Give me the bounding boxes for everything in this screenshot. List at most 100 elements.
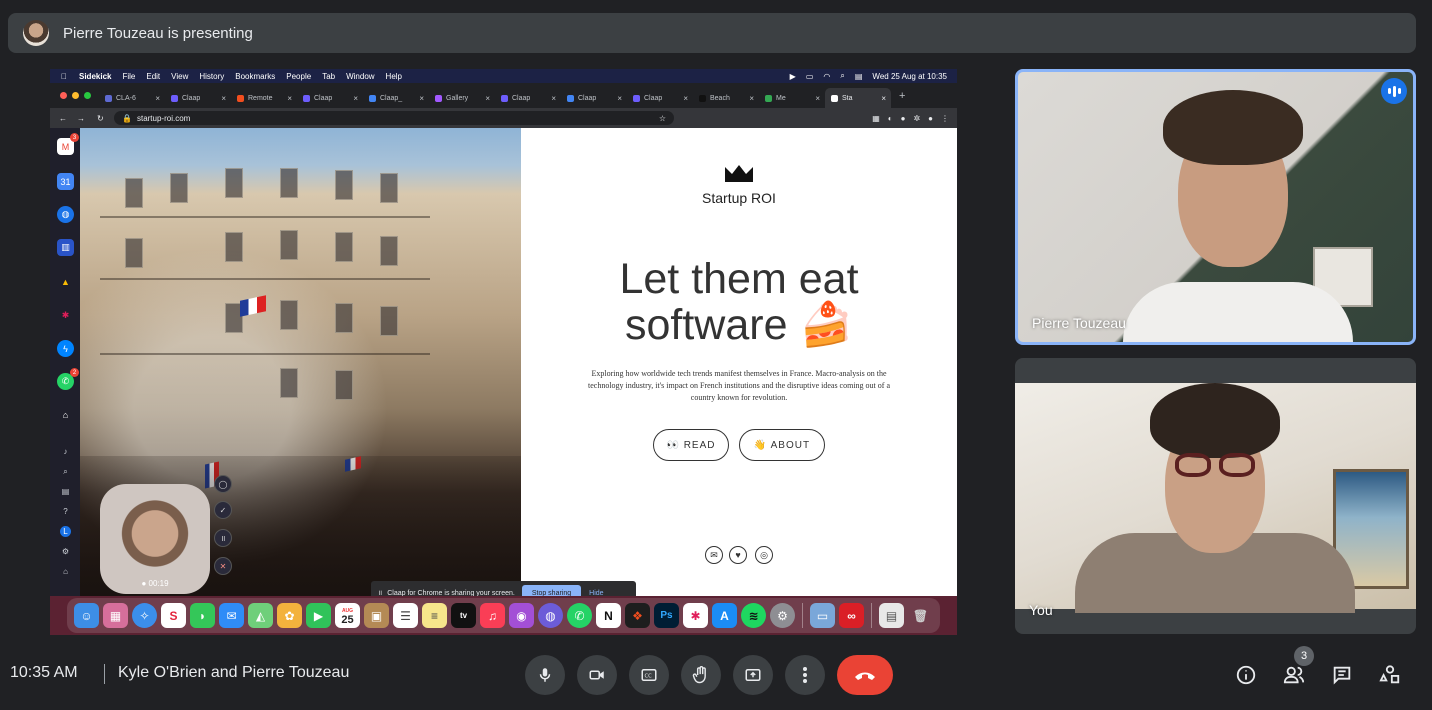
menubar-app-name[interactable]: Sidekick (79, 72, 111, 81)
browser-tab[interactable]: Remote × (231, 88, 297, 108)
intercom-icon[interactable]: ▥ (57, 239, 74, 256)
help-icon[interactable]: ? (60, 506, 71, 517)
close-window-icon[interactable] (60, 92, 67, 99)
tab-close-icon[interactable]: × (551, 94, 556, 103)
tab-close-icon[interactable]: × (749, 94, 754, 103)
participant-tile-pierre[interactable]: Pierre Touzeau (1015, 69, 1416, 345)
bell-icon[interactable]: ♪ (60, 446, 71, 457)
calendar-icon[interactable]: 31 (57, 173, 74, 190)
slack-icon[interactable]: ✱ (683, 603, 708, 628)
browser-tab[interactable]: Claap × (561, 88, 627, 108)
apple-icon[interactable]:  (61, 72, 67, 81)
menu-tab[interactable]: Tab (322, 72, 335, 81)
spotify-icon[interactable]: ≋ (741, 603, 766, 628)
sessions-icon[interactable]: ▤ (60, 486, 71, 497)
menu-file[interactable]: File (122, 72, 135, 81)
figma-icon[interactable]: ❖ (625, 603, 650, 628)
more-icon[interactable]: ⋮ (941, 114, 949, 123)
meeting-details-button[interactable] (1232, 661, 1260, 689)
about-button[interactable]: 👋 ABOUT (739, 429, 825, 461)
browser-tab[interactable]: Sta × (825, 88, 891, 108)
safari-icon[interactable]: ✧ (132, 603, 157, 628)
tab-close-icon[interactable]: × (683, 94, 688, 103)
zoom-window-icon[interactable] (84, 92, 91, 99)
podcasts-icon[interactable]: ◉ (509, 603, 534, 628)
maps-icon[interactable]: ◭ (248, 603, 273, 628)
documents-icon[interactable]: ▤ (879, 603, 904, 628)
finder-icon[interactable]: ☺ (74, 603, 99, 628)
menu-history[interactable]: History (199, 72, 224, 81)
store-icon[interactable]: ⌂ (57, 406, 74, 423)
pause-icon[interactable]: ॥ (214, 529, 232, 547)
browser-tab[interactable]: Claap × (495, 88, 561, 108)
cancel-icon[interactable]: ✕ (214, 557, 232, 575)
search-icon[interactable]: ⌕ (60, 466, 71, 477)
sidekick-icon[interactable]: S (161, 603, 186, 628)
battery-icon[interactable]: ▭ (806, 72, 814, 81)
claap-camera-bubble[interactable]: ● 00:19 (100, 484, 210, 594)
crown-icon[interactable] (724, 163, 754, 183)
calendar-icon[interactable]: AUG 25 (335, 603, 360, 628)
system-preferences-icon[interactable]: ⚙ (770, 603, 795, 628)
control-center-icon[interactable]: ▤ (855, 72, 863, 81)
more-options-button[interactable] (785, 655, 825, 695)
browser-tab[interactable]: Gallery × (429, 88, 495, 108)
messages-icon[interactable]: ◗ (190, 603, 215, 628)
participant-tile-you[interactable]: You (1015, 358, 1416, 634)
back-icon[interactable]: ← (59, 114, 67, 123)
instagram-icon[interactable]: ◎ (755, 546, 773, 564)
microphone-button[interactable] (525, 655, 565, 695)
wifi-icon[interactable]: ◠ (823, 72, 830, 81)
tab-close-icon[interactable]: × (485, 94, 490, 103)
notes-icon[interactable]: ≡ (422, 603, 447, 628)
menu-people[interactable]: People (286, 72, 311, 81)
notion-icon[interactable]: N (596, 603, 621, 628)
contacts-icon[interactable]: ▣ (364, 603, 389, 628)
forward-icon[interactable]: → (77, 114, 85, 123)
url-field[interactable]: 🔒 startup-roi.com ☆ (114, 111, 674, 125)
menu-edit[interactable]: Edit (146, 72, 160, 81)
home-icon[interactable]: ⌂ (60, 566, 71, 577)
menu-view[interactable]: View (171, 72, 188, 81)
chat-button[interactable] (1328, 661, 1356, 689)
tab-close-icon[interactable]: × (221, 94, 226, 103)
browser-tab[interactable]: Claap × (297, 88, 363, 108)
reload-icon[interactable]: ↻ (97, 114, 104, 123)
facetime-icon[interactable]: ▶ (306, 603, 331, 628)
email-icon[interactable]: ✉ (705, 546, 723, 564)
browser-tab[interactable]: CLA-6 × (99, 88, 165, 108)
camera-button[interactable] (577, 655, 617, 695)
app-store-icon[interactable]: A (712, 603, 737, 628)
menu-window[interactable]: Window (346, 72, 374, 81)
activities-button[interactable] (1376, 661, 1404, 689)
read-button[interactable]: 👀 READ (653, 429, 729, 461)
extension-icon[interactable]: ◐ (888, 114, 893, 123)
present-button[interactable] (733, 655, 773, 695)
site-name[interactable]: Startup ROI (521, 190, 957, 206)
preview-icon[interactable]: ▭ (810, 603, 835, 628)
tab-close-icon[interactable]: × (815, 94, 820, 103)
captions-button[interactable]: CC (629, 655, 669, 695)
check-icon[interactable]: ✓ (214, 501, 232, 519)
mail-icon[interactable]: ✉ (219, 603, 244, 628)
new-tab-icon[interactable]: + (899, 90, 905, 102)
bookmark-star-icon[interactable]: ☆ (659, 114, 666, 123)
tab-close-icon[interactable]: × (419, 94, 424, 103)
extension-icon[interactable]: ▦ (872, 114, 880, 123)
tab-close-icon[interactable]: × (155, 94, 160, 103)
end-call-button[interactable] (837, 655, 893, 695)
browser-tab[interactable]: Beach × (693, 88, 759, 108)
twitter-icon[interactable]: ♥ (729, 546, 747, 564)
browser-tab[interactable]: Claap × (165, 88, 231, 108)
play-icon[interactable]: ▶ (790, 72, 796, 81)
music-icon[interactable]: ♫ (480, 603, 505, 628)
browser-tab[interactable]: Claap × (627, 88, 693, 108)
settings-icon[interactable]: ⚙ (60, 546, 71, 557)
slack-icon[interactable]: ✱ (57, 307, 74, 324)
launchpad-icon[interactable]: ▦ (103, 603, 128, 628)
browser-tab[interactable]: Me × (759, 88, 825, 108)
apple-tv-icon[interactable]: tv (451, 603, 476, 628)
tab-close-icon[interactable]: × (881, 94, 886, 103)
tab-close-icon[interactable]: × (617, 94, 622, 103)
comment-icon[interactable]: ◯ (214, 475, 232, 493)
